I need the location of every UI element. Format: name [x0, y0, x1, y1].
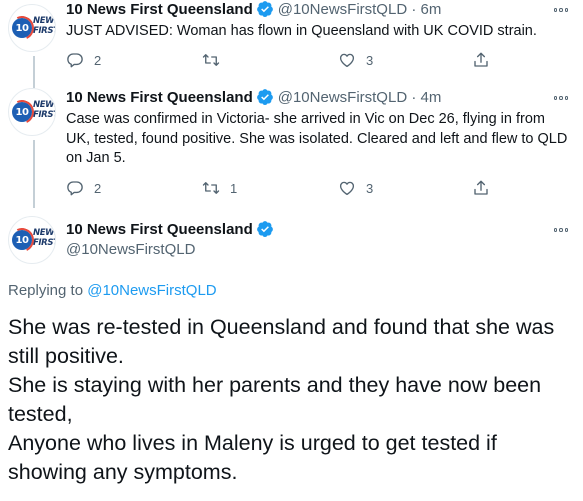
author-name[interactable]: 10 News First Queensland [66, 89, 253, 106]
share-icon [472, 179, 490, 197]
retweet-button[interactable] [202, 50, 230, 70]
retweet-icon [202, 51, 220, 69]
like-count: 3 [366, 180, 374, 196]
like-button[interactable]: 3 [338, 178, 373, 198]
focus-tweet-text: She was re-tested in Queensland and foun… [8, 313, 573, 487]
author-handle[interactable]: @10NewsFirstQLD [278, 89, 407, 106]
tweet-paragraph: She was re-tested in Queensland and foun… [8, 315, 555, 368]
logo-word: NEWSFIRST [33, 16, 56, 36]
like-icon [338, 51, 356, 69]
logo-number: 10 [12, 102, 32, 122]
author-handle[interactable]: @10NewsFirstQLD [278, 1, 407, 18]
tweet-paragraph: She is staying with her parents and they… [8, 373, 542, 426]
reply-icon [66, 179, 84, 197]
like-button[interactable]: 3 [338, 50, 373, 70]
share-button[interactable] [472, 178, 490, 198]
author-handle[interactable]: @10NewsFirstQLD [66, 240, 573, 260]
author-avatar[interactable]: 10 NEWSFIRST [8, 88, 56, 136]
like-count: 3 [366, 52, 374, 68]
reply-count: 2 [94, 52, 102, 68]
separator-dot: · [411, 1, 417, 18]
verified-badge-icon [256, 0, 274, 18]
thread-tweet-2[interactable]: 10 NEWSFIRST 10 News First Queensland @10… [0, 88, 583, 208]
thread-connector-line [33, 56, 35, 88]
tweet-text: JUST ADVISED: Woman has flown in Queensl… [66, 23, 537, 39]
retweet-button[interactable]: 1 [202, 178, 237, 198]
like-icon [338, 179, 356, 197]
author-avatar[interactable]: 10 NEWSFIRST [8, 216, 56, 264]
logo-word: NEWSFIRST [33, 100, 56, 120]
tweet-header: 10 News First Queensland @10NewsFirstQLD … [66, 0, 573, 20]
logo-word: NEWSFIRST [33, 228, 56, 248]
author-avatar[interactable]: 10 NEWSFIRST [8, 4, 56, 52]
reply-icon [66, 51, 84, 69]
thread-tweet-1[interactable]: 10 NEWSFIRST 10 News First Queensland @10… [0, 0, 583, 88]
retweet-icon [202, 179, 220, 197]
share-button[interactable] [472, 50, 490, 70]
tweet-actions: 2 3 [66, 50, 506, 70]
retweet-count: 1 [230, 180, 238, 196]
tweet-timestamp[interactable]: 4m [421, 89, 442, 106]
replying-to-line: Replying to @10NewsFirstQLD [8, 282, 217, 299]
tweet-header: 10 News First Queensland [66, 220, 573, 240]
replying-to-link[interactable]: @10NewsFirstQLD [87, 282, 216, 299]
tweet-timestamp[interactable]: 6m [421, 1, 442, 18]
reply-button[interactable]: 2 [66, 50, 101, 70]
replying-prefix: Replying to [8, 282, 84, 299]
author-name[interactable]: 10 News First Queensland [66, 1, 253, 18]
more-icon[interactable] [551, 88, 571, 108]
tweet-actions: 2 1 3 [66, 178, 506, 198]
reply-count: 2 [94, 180, 102, 196]
author-name[interactable]: 10 News First Queensland [66, 221, 253, 238]
verified-badge-icon [256, 88, 274, 106]
verified-badge-icon [256, 220, 274, 238]
share-icon [472, 51, 490, 69]
logo-number: 10 [12, 230, 32, 250]
logo-number: 10 [12, 18, 32, 38]
separator-dot: · [411, 89, 417, 106]
more-icon[interactable] [551, 220, 571, 240]
tweet-header: 10 News First Queensland @10NewsFirstQLD … [66, 88, 573, 108]
reply-button[interactable]: 2 [66, 178, 101, 198]
tweet-text: Case was confirmed in Victoria- she arri… [66, 111, 568, 166]
thread-connector-line [33, 140, 35, 208]
tweet-paragraph: Anyone who lives in Maleny is urged to g… [8, 431, 497, 484]
more-icon[interactable] [551, 0, 571, 20]
